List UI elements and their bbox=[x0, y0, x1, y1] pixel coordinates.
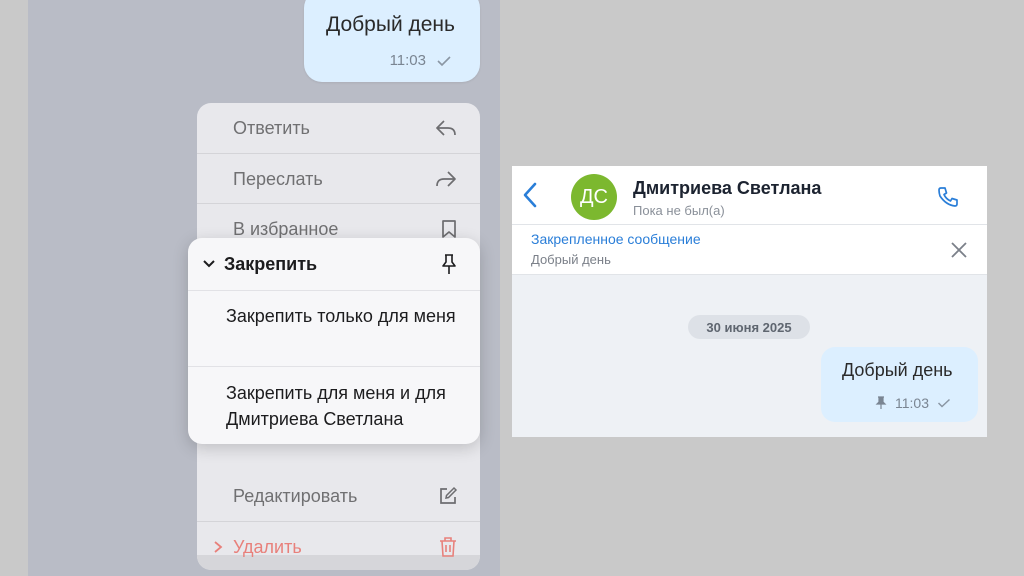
pin-icon bbox=[440, 253, 458, 275]
pin-icon bbox=[875, 396, 887, 410]
pinned-message-bar[interactable]: Закрепленное сообщение Добрый день bbox=[512, 225, 987, 275]
menu-item-label: Удалить bbox=[233, 536, 302, 557]
reply-icon bbox=[434, 118, 458, 138]
menu-item-label: Ответить bbox=[233, 117, 310, 138]
chat-screen: ДС Дмитриева Светлана Пока не был(а) Зак… bbox=[512, 166, 987, 437]
chevron-down-icon bbox=[202, 259, 216, 269]
message-meta: 11:03 bbox=[875, 395, 951, 411]
close-icon[interactable] bbox=[949, 240, 969, 260]
check-icon bbox=[937, 398, 951, 408]
trash-icon bbox=[438, 536, 458, 558]
pin-submenu: Закрепить Закрепить только для меня Закр… bbox=[188, 238, 480, 444]
date-badge: 30 июня 2025 bbox=[688, 315, 810, 339]
menu-item-label: Переслать bbox=[233, 168, 323, 189]
bookmark-icon bbox=[440, 219, 458, 239]
contact-name[interactable]: Дмитриева Светлана bbox=[633, 178, 821, 199]
forward-icon bbox=[434, 169, 458, 189]
chat-header: ДС Дмитриева Светлана Пока не был(а) bbox=[512, 166, 987, 225]
message-meta: 11:03 bbox=[390, 52, 452, 69]
menu-item-label: Редактировать bbox=[233, 485, 358, 506]
menu-item-edit[interactable]: Редактировать bbox=[197, 471, 480, 521]
pinned-text: Добрый день bbox=[531, 252, 611, 267]
divider bbox=[188, 290, 480, 291]
pin-only-me-option[interactable]: Закрепить только для меня bbox=[188, 303, 480, 329]
chevron-right-icon bbox=[213, 540, 223, 554]
message-time: 11:03 bbox=[389, 52, 426, 69]
menu-item-label: В избранное bbox=[233, 218, 339, 239]
divider bbox=[188, 366, 480, 367]
menu-item-delete[interactable]: Удалить bbox=[197, 522, 480, 570]
pin-submenu-title: Закрепить bbox=[224, 253, 318, 274]
message-bubble[interactable]: Добрый день 11:03 bbox=[304, 0, 480, 82]
menu-item-forward[interactable]: Переслать bbox=[197, 154, 480, 204]
phone-icon[interactable] bbox=[936, 185, 960, 209]
edit-icon bbox=[438, 486, 458, 506]
check-icon bbox=[436, 55, 452, 67]
avatar[interactable]: ДС bbox=[571, 174, 617, 220]
pin-for-both-option[interactable]: Закрепить для меня и для Дмитриева Светл… bbox=[188, 380, 480, 432]
back-icon[interactable] bbox=[522, 182, 538, 208]
menu-item-reply[interactable]: Ответить bbox=[197, 103, 480, 153]
pinned-title: Закрепленное сообщение bbox=[531, 231, 701, 247]
pin-submenu-header[interactable]: Закрепить bbox=[188, 238, 480, 290]
message-time: 11:03 bbox=[895, 395, 929, 411]
message-bubble[interactable]: Добрый день 11:03 bbox=[821, 347, 978, 422]
message-text: Добрый день bbox=[326, 13, 455, 36]
contact-status: Пока не был(а) bbox=[633, 203, 725, 218]
message-text: Добрый день bbox=[842, 360, 953, 380]
